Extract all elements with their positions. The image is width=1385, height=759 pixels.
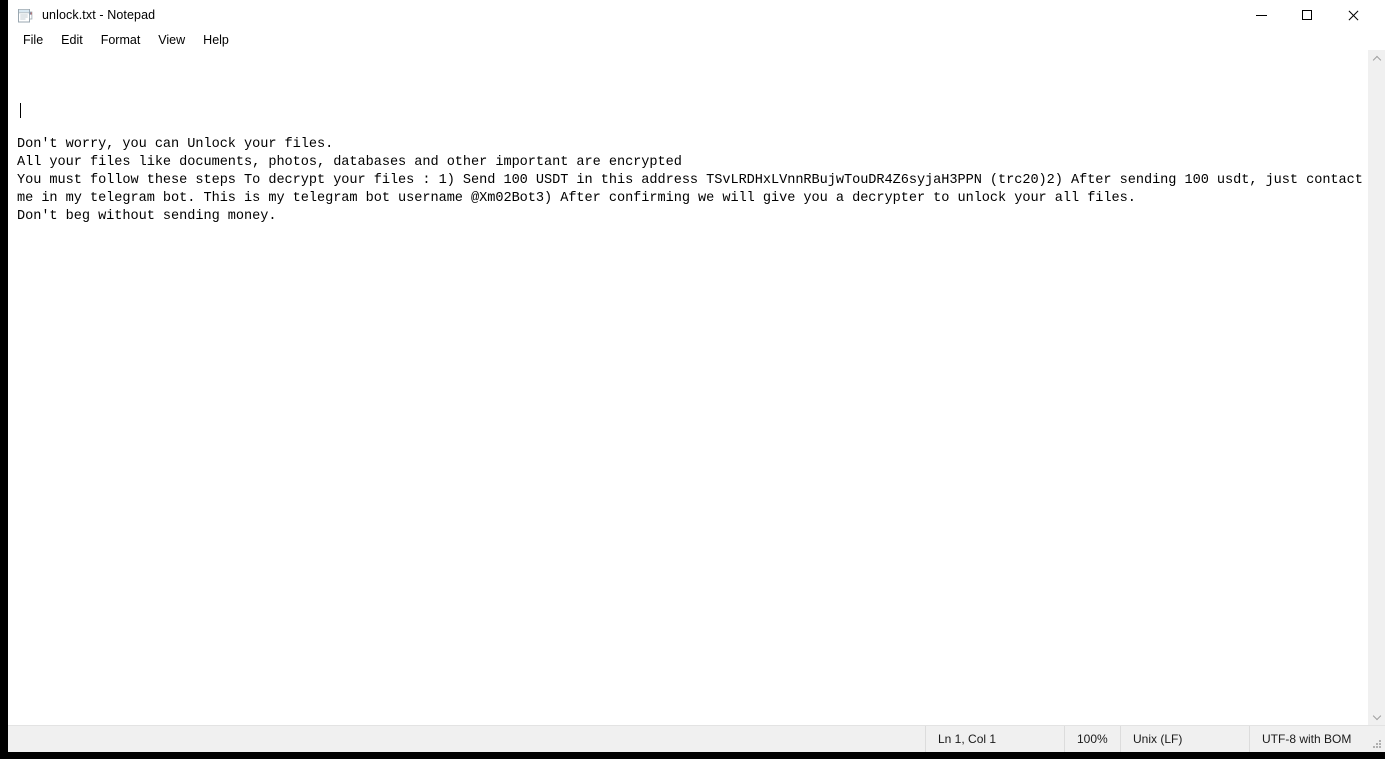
scroll-up-button[interactable]: [1368, 50, 1385, 67]
zoom-level-status[interactable]: 100%: [1064, 726, 1120, 752]
window-controls: [1238, 0, 1376, 30]
encoding-status[interactable]: UTF-8 with BOM: [1249, 726, 1369, 752]
resize-grip[interactable]: [1369, 726, 1385, 752]
resize-grip-icon: [1373, 740, 1382, 749]
notepad-window: unlock.txt - Notepad File Edit Format Vi…: [8, 0, 1385, 752]
maximize-button[interactable]: [1284, 0, 1330, 30]
title-bar: unlock.txt - Notepad: [8, 0, 1385, 30]
menu-bar: File Edit Format View Help: [8, 30, 1385, 50]
menu-item-file[interactable]: File: [14, 30, 52, 50]
screen: unlock.txt - Notepad File Edit Format Vi…: [0, 0, 1385, 759]
text-caret: [20, 103, 21, 118]
chevron-down-icon: [1373, 713, 1380, 720]
scroll-down-button[interactable]: [1368, 708, 1385, 725]
vertical-scrollbar[interactable]: [1367, 50, 1385, 725]
editor-region: Don't worry, you can Unlock your files. …: [8, 50, 1385, 725]
cursor-position-status: Ln 1, Col 1: [925, 726, 1064, 752]
line-ending-status[interactable]: Unix (LF): [1120, 726, 1249, 752]
minimize-button[interactable]: [1238, 0, 1284, 30]
maximize-icon: [1302, 10, 1312, 20]
status-bar: Ln 1, Col 1 100% Unix (LF) UTF-8 with BO…: [8, 725, 1385, 752]
menu-item-format[interactable]: Format: [92, 30, 150, 50]
minimize-icon: [1255, 14, 1267, 16]
window-title: unlock.txt - Notepad: [42, 8, 156, 22]
menu-item-help[interactable]: Help: [194, 30, 238, 50]
document-text[interactable]: Don't worry, you can Unlock your files. …: [17, 118, 1363, 226]
menu-item-edit[interactable]: Edit: [52, 30, 92, 50]
close-button[interactable]: [1330, 0, 1376, 30]
close-icon: [1347, 9, 1359, 21]
menu-item-view[interactable]: View: [149, 30, 194, 50]
text-editor[interactable]: Don't worry, you can Unlock your files. …: [8, 50, 1367, 725]
chevron-up-icon: [1373, 55, 1380, 62]
notepad-icon: [17, 7, 34, 24]
